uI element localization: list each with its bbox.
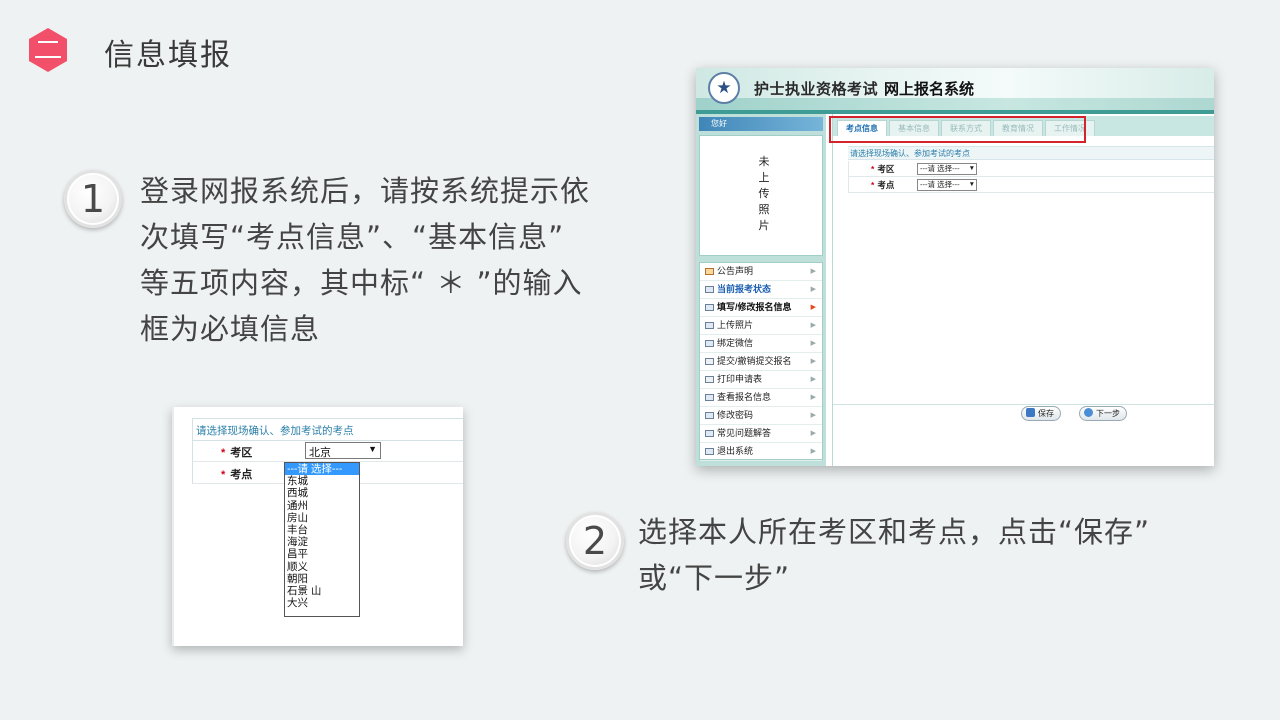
chevron-right-icon: ▶ <box>810 394 816 401</box>
doc-icon <box>705 376 714 383</box>
system-subtitle: 网上报名系统 <box>884 81 975 98</box>
dropdown-option[interactable]: 西城 <box>285 487 359 499</box>
sidebar-item-submit[interactable]: 提交/撤销提交报名 ▶ <box>700 353 822 371</box>
chevron-right-icon: ▶ <box>810 340 816 347</box>
exam-site-label: * 考点 <box>221 469 253 481</box>
exam-site-hint: 请选择现场确认、参加考试的考点 <box>848 146 1214 160</box>
sidebar-item-upload-photo[interactable]: 上传照片 ▶ <box>700 317 822 335</box>
save-icon <box>1026 408 1035 417</box>
sidebar-item-change-password[interactable]: 修改密码 ▶ <box>700 407 822 425</box>
exam-site-row: * 考点 ---请 选择--- ▼ <box>848 177 1214 193</box>
sidebar-item-print[interactable]: 打印申请表 ▶ <box>700 371 822 389</box>
sidebar-item-announcement[interactable]: 公告声明 ▶ <box>700 263 822 281</box>
dropdown-option[interactable]: ---请 选择--- <box>285 463 359 476</box>
chevron-right-icon: ▶ <box>810 358 816 365</box>
card-icon <box>705 412 714 419</box>
step-1-text: 登录网报系统后，请按系统提示依 次填写“考点信息”、“基本信息” 等五项内容，其… <box>140 174 591 346</box>
exam-site-select[interactable]: ---请 选择--- ▼ <box>917 179 977 191</box>
chevron-right-icon: ▶ <box>810 412 816 419</box>
exam-region-select[interactable]: 北京 ▼ <box>305 442 381 459</box>
exam-site-label: * 考点 <box>871 180 895 190</box>
dropdown-option[interactable]: 顺义 <box>285 561 359 573</box>
exam-region-row: * 考区 北京 ▼ <box>192 440 463 462</box>
arrow-right-icon <box>1084 408 1093 417</box>
exam-region-label: * 考区 <box>221 447 253 459</box>
dropdown-option[interactable]: 海淀 <box>285 536 359 548</box>
step-number-badge: 1 <box>64 170 122 228</box>
sidebar-item-logout[interactable]: 退出系统 ▶ <box>700 443 822 461</box>
card-icon <box>705 286 714 293</box>
exam-region-row: * 考区 ---请 选择--- ▼ <box>848 161 1214 177</box>
sidebar-menu: 公告声明 ▶ 当前报考状态 ▶ 填写/修改报名信息 ▶ 上传照片 ▶ 绑定微信 ▶ 提交/… <box>699 262 823 461</box>
sidebar: 您好 未 上 传 照 片 公告声明 ▶ 当前报考状态 ▶ 填写/修改报名信息 ▶ 上传… <box>696 114 826 466</box>
form-area: 考点信息 基本信息 联系方式 教育情况 工作情况 请选择现场确认、参加考试的考点… <box>829 114 1214 466</box>
sidebar-item-fill-info[interactable]: 填写/修改报名信息 ▶ <box>700 299 822 317</box>
chevron-down-icon: ▼ <box>968 181 975 188</box>
chevron-right-icon: ▶ <box>810 448 816 455</box>
dropdown-screenshot: 请选择现场确认、参加考试的考点 * 考区 北京 ▼ * 考点 ---请 选择--- 东… <box>172 407 463 646</box>
slide-title: 信息填报 <box>104 38 232 73</box>
sidebar-item-bind-wechat[interactable]: 绑定微信 ▶ <box>700 335 822 353</box>
system-banner: ★ 护士执业资格考试 网上报名系统 <box>696 68 1214 110</box>
step-2-text: 选择本人所在考区和考点，点击“保存” 或“下一步” <box>638 515 1151 595</box>
dropdown-option[interactable]: 通州 <box>285 500 359 512</box>
dropdown-option[interactable]: 东城 <box>285 475 359 487</box>
chevron-right-icon: ▶ <box>810 430 816 437</box>
doc-icon <box>705 358 714 365</box>
chevron-right-icon: ▶ <box>810 268 816 275</box>
dropdown-option[interactable]: 昌平 <box>285 548 359 560</box>
tab-bar: 考点信息 基本信息 联系方式 教育情况 工作情况 <box>829 116 1214 143</box>
card-icon <box>705 394 714 401</box>
exam-site-dropdown-list[interactable]: ---请 选择--- 东城 西城 通州 房山 丰台 海淀 昌平 顺义 朝阳 石景… <box>284 462 360 617</box>
sidebar-item-view-info[interactable]: 查看报名信息 ▶ <box>700 389 822 407</box>
exam-region-select[interactable]: ---请 选择--- ▼ <box>917 163 977 175</box>
section-hexagon-icon <box>26 26 70 74</box>
highlight-frame <box>829 116 1086 143</box>
star-logo-icon: ★ <box>708 72 740 104</box>
dropdown-option[interactable]: 房山 <box>285 512 359 524</box>
chevron-right-icon: ▶ <box>810 322 816 329</box>
save-button[interactable]: 保存 <box>1021 406 1061 421</box>
card-icon <box>705 304 714 311</box>
exam-site-hint: 请选择现场确认、参加考试的考点 <box>192 418 463 441</box>
card-icon <box>705 322 714 329</box>
sidebar-item-faq[interactable]: 常见问题解答 ▶ <box>700 425 822 443</box>
step-number-badge: 2 <box>566 512 624 570</box>
dropdown-option[interactable]: 丰台 <box>285 524 359 536</box>
chevron-down-icon: ▼ <box>968 165 975 172</box>
card-icon <box>705 448 714 455</box>
dropdown-option[interactable]: 石景 山 <box>285 585 359 597</box>
house-icon <box>705 268 714 275</box>
chevron-right-icon: ▶ <box>810 286 816 293</box>
chevron-right-icon: ▶ <box>810 304 816 311</box>
system-title: 护士执业资格考试 <box>754 81 879 98</box>
welcome-bar: 您好 <box>699 117 823 131</box>
card-icon <box>705 340 714 347</box>
chevron-right-icon: ▶ <box>810 376 816 383</box>
next-step-button[interactable]: 下一步 <box>1079 406 1127 421</box>
exam-region-label: * 考区 <box>871 164 895 174</box>
registration-system-screenshot: ★ 护士执业资格考试 网上报名系统 您好 未 上 传 照 片 公告声明 ▶ 当前报… <box>696 68 1214 466</box>
card-icon <box>705 430 714 437</box>
chevron-down-icon: ▼ <box>368 444 377 454</box>
divider <box>172 407 174 646</box>
dropdown-option[interactable]: 大兴 <box>285 597 359 609</box>
sidebar-item-status[interactable]: 当前报考状态 ▶ <box>700 281 822 299</box>
dropdown-option[interactable]: 朝阳 <box>285 573 359 585</box>
photo-placeholder: 未 上 传 照 片 <box>699 135 823 256</box>
